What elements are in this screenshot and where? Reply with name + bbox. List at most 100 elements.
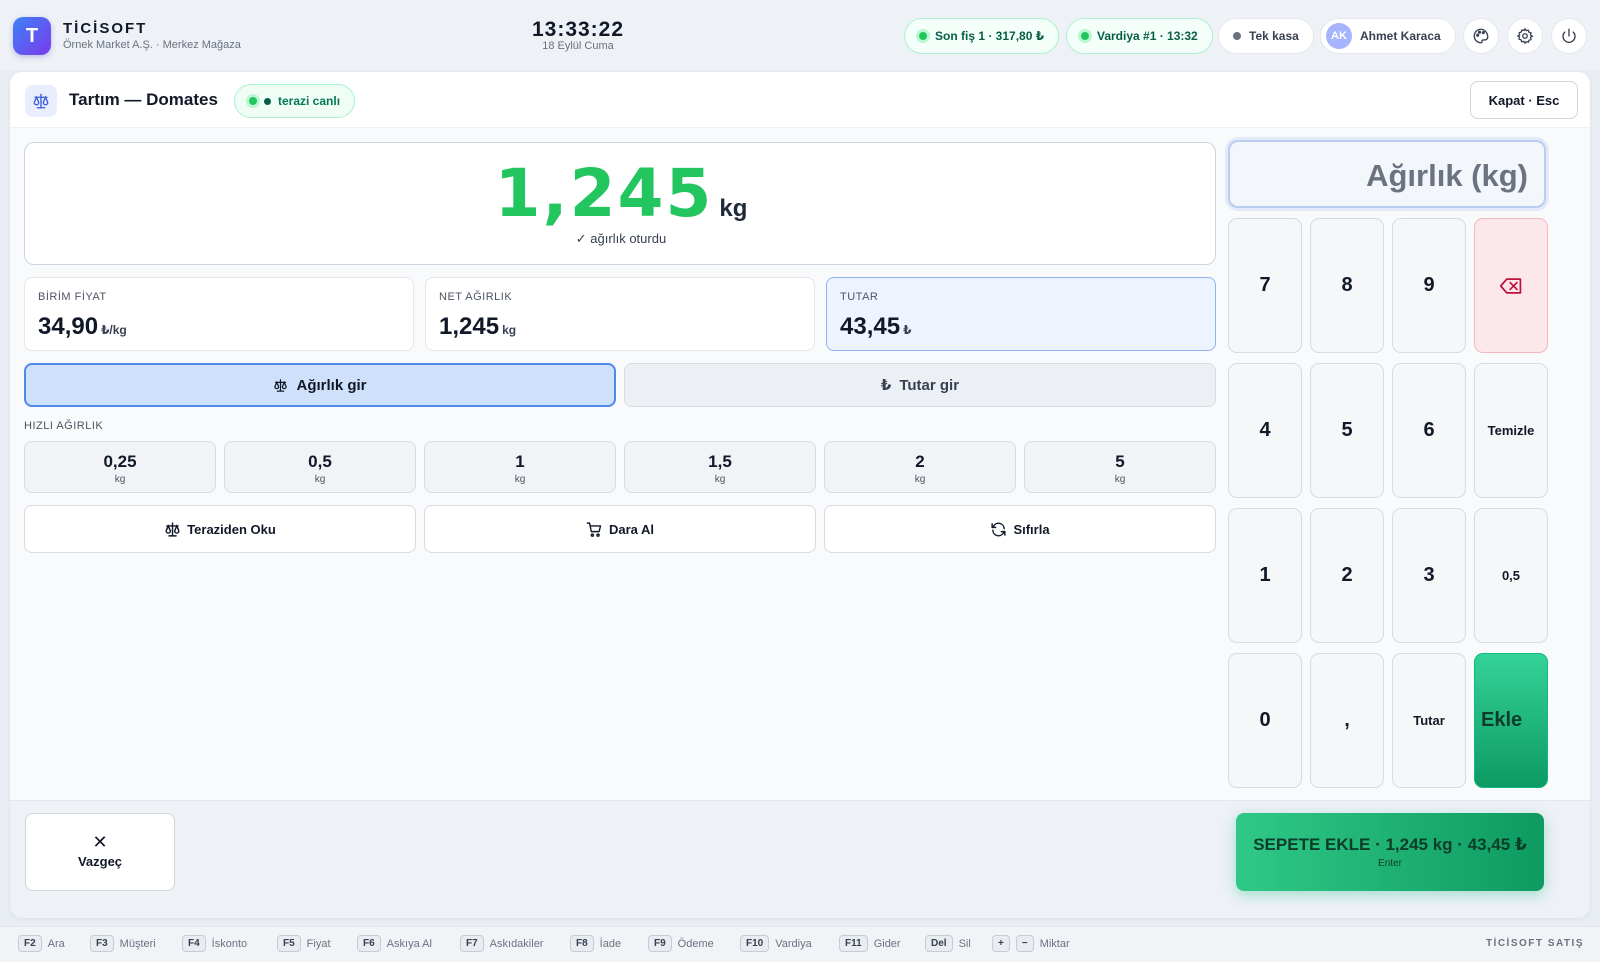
reset-button[interactable]: Sıfırla bbox=[824, 505, 1216, 553]
key-half[interactable]: 0,5 bbox=[1474, 508, 1548, 643]
shortcut-f5[interactable]: F5 Fiyat bbox=[277, 935, 331, 952]
weight-display: 1,245 kg ✓ ağırlık oturdu bbox=[24, 142, 1216, 265]
close-button[interactable]: Kapat · Esc bbox=[1470, 81, 1578, 119]
read-scale-button[interactable]: Teraziden Oku bbox=[24, 505, 416, 553]
key-3[interactable]: 3 bbox=[1392, 508, 1466, 643]
read-scale-label: Teraziden Oku bbox=[187, 521, 276, 537]
unit-price-label: BİRİM FİYAT bbox=[38, 291, 107, 303]
quick-weight-button[interactable]: 0,5 kg bbox=[224, 441, 416, 493]
quick-weight-unit: kg bbox=[114, 474, 126, 485]
quick-weight-unit: kg bbox=[914, 474, 926, 485]
store-subtitle: Örnek Market A.Ş. · Merkez Mağaza bbox=[63, 39, 241, 51]
net-weight-value-row: 1,245 kg bbox=[439, 313, 516, 341]
net-weight-label: NET AĞIRLIK bbox=[439, 291, 513, 303]
key-6[interactable]: 6 bbox=[1392, 363, 1466, 498]
shortcut-label: İskonto bbox=[211, 937, 248, 950]
key-5[interactable]: 5 bbox=[1310, 363, 1384, 498]
shortcut-key: F7 bbox=[460, 935, 484, 952]
register-pill[interactable]: Tek kasa bbox=[1218, 18, 1314, 54]
add-to-cart-label: SEPETE EKLE · 1,245 kg · 43,45 ₺ bbox=[1253, 835, 1527, 854]
footer-brand: TİCİSOFT SATIŞ bbox=[1485, 938, 1584, 949]
backspace-key[interactable] bbox=[1474, 218, 1548, 353]
amount-mode-button[interactable]: ₺ Tutar gir bbox=[624, 363, 1216, 407]
status-dot-icon bbox=[919, 32, 927, 40]
quick-weight-unit: kg bbox=[514, 474, 526, 485]
shortcut-f11[interactable]: F11 Gider bbox=[839, 935, 901, 952]
clock-date: 18 Eylül Cuma bbox=[542, 40, 614, 52]
last-receipt-pill[interactable]: Son fiş 1 · 317,80 ₺ bbox=[904, 18, 1060, 54]
settings-button[interactable] bbox=[1507, 18, 1543, 54]
keypad-display[interactable]: Ağırlık (kg) bbox=[1228, 140, 1546, 208]
key-comma[interactable]: , bbox=[1310, 653, 1384, 788]
net-weight-card: NET AĞIRLIK 1,245 kg bbox=[425, 277, 815, 351]
shortcut-quantity[interactable]: + − Miktar bbox=[992, 935, 1070, 952]
clear-key[interactable]: Temizle bbox=[1474, 363, 1548, 498]
shortcut-key: F8 bbox=[570, 935, 594, 952]
shortcut-f6[interactable]: F6 Askıya Al bbox=[357, 935, 432, 952]
theme-button[interactable] bbox=[1463, 18, 1499, 54]
shortcut-label: Miktar bbox=[1039, 937, 1070, 950]
add-to-cart-button[interactable]: SEPETE EKLE · 1,245 kg · 43,45 ₺ Enter bbox=[1236, 813, 1544, 891]
shortcut-f9[interactable]: F9 Ödeme bbox=[648, 935, 714, 952]
shortcut-label: Askıdakiler bbox=[489, 937, 544, 950]
shortcut-f4[interactable]: F4 İskonto bbox=[182, 935, 247, 952]
gear-icon bbox=[1516, 27, 1534, 45]
clock-time: 13:33:22 bbox=[531, 18, 625, 41]
user-pill[interactable]: AK Ahmet Karaca bbox=[1320, 18, 1456, 54]
weighing-dialog: Tartım — Domates terazi canlı Kapat · Es… bbox=[10, 72, 1590, 918]
key-4[interactable]: 4 bbox=[1228, 363, 1302, 498]
palette-icon bbox=[1473, 28, 1489, 44]
reset-label: Sıfırla bbox=[1013, 521, 1050, 537]
shortcut-del[interactable]: Del Sil bbox=[925, 935, 971, 952]
add-key[interactable]: Ekle bbox=[1474, 653, 1548, 788]
shortcut-key: F4 bbox=[182, 935, 206, 952]
shift-pill[interactable]: Vardiya #1 · 13:32 bbox=[1066, 18, 1213, 54]
quick-weight-value: 1 bbox=[515, 452, 525, 471]
key-1[interactable]: 1 bbox=[1228, 508, 1302, 643]
shortcut-label: Ödeme bbox=[677, 937, 714, 950]
quick-weight-button[interactable]: 5 kg bbox=[1024, 441, 1216, 493]
shortcut-label: Sil bbox=[958, 937, 971, 950]
shortcut-f2[interactable]: F2 Ara bbox=[18, 935, 65, 952]
quick-weight-unit: kg bbox=[1114, 474, 1126, 485]
quick-weight-button[interactable]: 0,25 kg bbox=[24, 441, 216, 493]
brand-name: TİCİSOFT bbox=[63, 20, 148, 37]
shortcut-key: F3 bbox=[90, 935, 114, 952]
scale-icon bbox=[33, 93, 49, 109]
shortcut-f7[interactable]: F7 Askıdakiler bbox=[460, 935, 543, 952]
unit-price-unit: ₺/kg bbox=[101, 323, 127, 337]
key-0[interactable]: 0 bbox=[1228, 653, 1302, 788]
shift-label: Vardiya #1 · 13:32 bbox=[1097, 29, 1198, 43]
total-unit: ₺ bbox=[903, 323, 912, 337]
close-icon: ✕ bbox=[92, 832, 108, 852]
total-value: 43,45 bbox=[840, 313, 901, 340]
shortcut-label: Müşteri bbox=[119, 937, 156, 950]
unit-price-value: 34,90 bbox=[38, 313, 99, 340]
shortcut-key: F11 bbox=[839, 935, 868, 952]
status-dot-icon bbox=[1233, 32, 1241, 40]
key-8[interactable]: 8 bbox=[1310, 218, 1384, 353]
cancel-button[interactable]: ✕ Vazgeç bbox=[25, 813, 175, 891]
key-2[interactable]: 2 bbox=[1310, 508, 1384, 643]
amount-key[interactable]: Tutar bbox=[1392, 653, 1466, 788]
live-dot-icon bbox=[249, 97, 257, 105]
shortcut-label: Ara bbox=[47, 937, 65, 950]
key-9[interactable]: 9 bbox=[1392, 218, 1466, 353]
power-button[interactable] bbox=[1551, 18, 1587, 54]
key-7[interactable]: 7 bbox=[1228, 218, 1302, 353]
weight-mode-button[interactable]: Ağırlık gir bbox=[24, 363, 616, 407]
scale-live-label: terazi canlı bbox=[278, 94, 341, 108]
quick-weight-button[interactable]: 2 kg bbox=[824, 441, 1016, 493]
quick-weight-button[interactable]: 1 kg bbox=[424, 441, 616, 493]
quick-weight-value: 5 bbox=[1115, 452, 1125, 471]
shortcut-f8[interactable]: F8 İade bbox=[570, 935, 621, 952]
shortcut-f3[interactable]: F3 Müşteri bbox=[90, 935, 156, 952]
last-receipt-label: Son fiş 1 · 317,80 ₺ bbox=[935, 29, 1045, 43]
tare-button[interactable]: Dara Al bbox=[424, 505, 816, 553]
shortcut-f10[interactable]: F10 Vardiya bbox=[740, 935, 812, 952]
user-name: Ahmet Karaca bbox=[1360, 29, 1441, 43]
net-weight-unit: kg bbox=[502, 323, 517, 337]
quick-weight-button[interactable]: 1,5 kg bbox=[624, 441, 816, 493]
total-card: TUTAR 43,45 ₺ bbox=[826, 277, 1216, 351]
register-label: Tek kasa bbox=[1249, 29, 1299, 43]
